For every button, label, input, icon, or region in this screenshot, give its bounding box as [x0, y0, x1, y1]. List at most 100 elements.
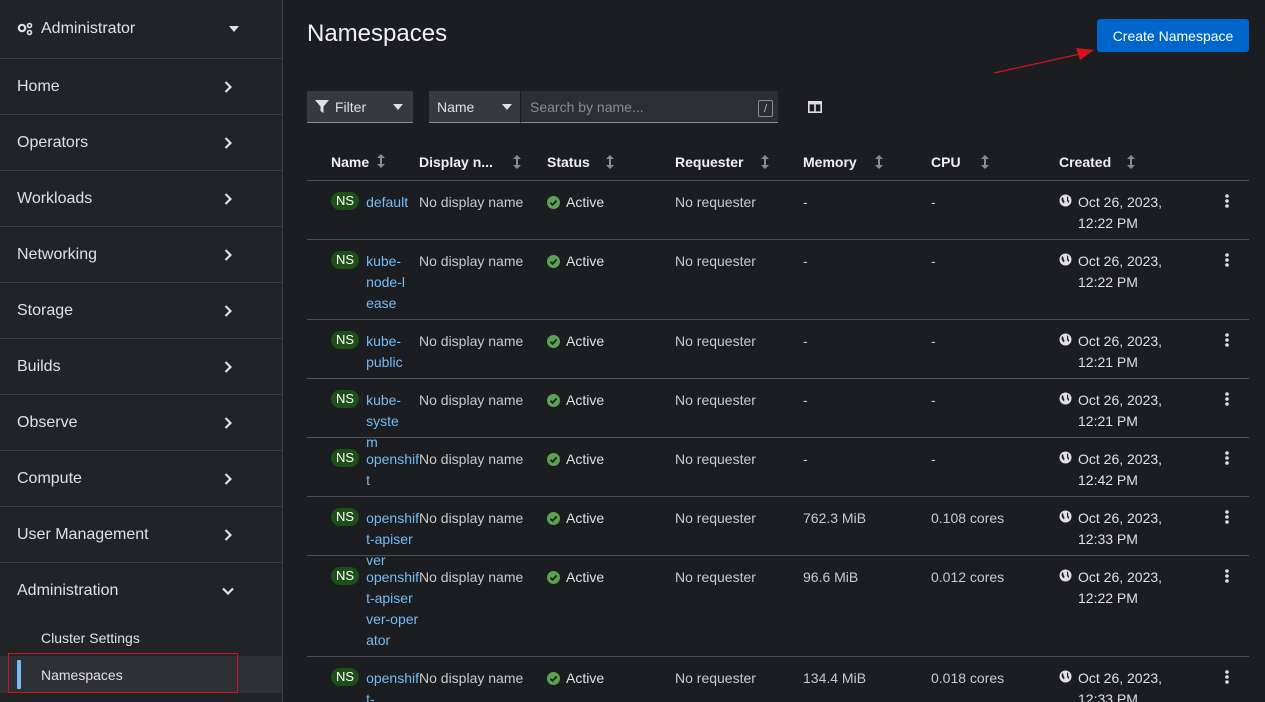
cpu-cell: 0.012 cores [931, 569, 1005, 585]
chevron-right-icon [221, 360, 235, 374]
nav-item-observe[interactable]: Observe [0, 395, 282, 451]
nav-item-home[interactable]: Home [0, 59, 282, 115]
memory-cell: 96.6 MiB [803, 569, 859, 585]
gears-icon [17, 22, 35, 36]
created-text: Oct 26, 2023, 12:21 PM [1078, 333, 1163, 370]
globe-icon [1059, 333, 1072, 346]
created-cell: Oct 26, 2023, 12:22 PM [1059, 251, 1199, 319]
main-content: Namespaces Create Namespace Filter Name … [283, 0, 1265, 702]
memory-cell: - [803, 333, 808, 349]
column-header-label: CPU [931, 153, 961, 170]
nav-item-builds[interactable]: Builds [0, 339, 282, 395]
ns-badge: NS [331, 331, 360, 349]
created-cell: Oct 26, 2023, 12:22 PM [1059, 567, 1199, 656]
kebab-menu-icon[interactable] [1225, 253, 1229, 319]
table-row: NS kube-public No display name Active No … [307, 320, 1249, 379]
nav-item-administration[interactable]: Administration [0, 563, 282, 619]
nav-item-workloads[interactable]: Workloads [0, 171, 282, 227]
column-header-cpu[interactable]: CPU [931, 154, 1059, 170]
sort-icon [874, 154, 883, 169]
nav-subitem-cluster-settings[interactable]: Cluster Settings [0, 619, 282, 656]
requester-cell: No requester [675, 333, 756, 349]
filter-dropdown[interactable]: Filter [307, 91, 413, 123]
created-cell: Oct 26, 2023, 12:22 PM [1059, 192, 1199, 239]
check-circle-icon [547, 571, 560, 584]
nav-item-storage[interactable]: Storage [0, 283, 282, 339]
requester-cell: No requester [675, 253, 756, 269]
status-text: Active [566, 670, 605, 686]
status-cell: Active [547, 251, 675, 319]
globe-icon [1059, 253, 1072, 266]
memory-cell: - [803, 253, 808, 269]
ns-badge: NS [331, 449, 360, 467]
column-header-display-name[interactable]: Display n... [419, 154, 547, 170]
nav-item-label: Home [17, 77, 60, 95]
kebab-menu-icon[interactable] [1225, 333, 1229, 378]
manage-columns-icon[interactable] [808, 91, 824, 123]
page-title: Namespaces [307, 20, 448, 47]
namespaces-table: Name Display n... Status Requester Memor… [307, 143, 1249, 702]
nav-item-label: Compute [17, 469, 82, 487]
chevron-right-icon [221, 248, 235, 262]
requester-cell: No requester [675, 569, 756, 585]
filter-label: Filter [335, 98, 367, 115]
namespace-link[interactable]: kube-public [366, 331, 408, 373]
namespace-link[interactable]: openshift [366, 449, 419, 491]
cpu-cell: - [931, 253, 936, 269]
memory-cell: - [803, 194, 808, 210]
column-header-created[interactable]: Created [1059, 154, 1199, 170]
display-name-cell: No display name [419, 569, 524, 585]
nav-item-label: Workloads [17, 189, 93, 207]
nav-item-label: Builds [17, 357, 61, 375]
search-attribute-select[interactable]: Name [429, 91, 521, 123]
kebab-menu-icon[interactable] [1225, 569, 1229, 656]
globe-icon [1059, 569, 1072, 582]
display-name-cell: No display name [419, 670, 524, 686]
nav-item-label: Operators [17, 133, 89, 151]
status-cell: Active [547, 331, 675, 378]
check-circle-icon [547, 255, 560, 268]
perspective-label: Administrator [41, 20, 136, 37]
kebab-menu-icon[interactable] [1225, 194, 1229, 239]
column-header-memory[interactable]: Memory [803, 154, 931, 170]
search-attribute-label: Name [437, 98, 475, 115]
display-name-cell: No display name [419, 194, 524, 210]
check-circle-icon [547, 335, 560, 348]
nav-item-operators[interactable]: Operators [0, 115, 282, 171]
column-header-name[interactable]: Name [307, 153, 419, 170]
nav-item-user-management[interactable]: User Management [0, 507, 282, 563]
create-namespace-button[interactable]: Create Namespace [1097, 19, 1249, 52]
table-row: NS openshift-apiserver-operator No displa… [307, 556, 1249, 657]
namespace-link[interactable]: default [366, 192, 408, 213]
search-input[interactable] [521, 91, 778, 122]
display-name-cell: No display name [419, 451, 524, 467]
toolbar: Filter Name / [307, 91, 824, 123]
namespace-link[interactable]: openshift- [366, 668, 419, 702]
column-header-requester[interactable]: Requester [675, 154, 803, 170]
globe-icon [1059, 670, 1072, 683]
kebab-menu-icon[interactable] [1225, 392, 1229, 437]
column-header-status[interactable]: Status [547, 154, 675, 170]
created-cell: Oct 26, 2023, 12:21 PM [1059, 390, 1199, 437]
kebab-menu-icon[interactable] [1225, 510, 1229, 555]
status-cell: Active [547, 508, 675, 555]
namespace-link[interactable]: kube-system [366, 390, 408, 453]
namespace-link[interactable]: kube-node-lease [366, 251, 408, 314]
caret-down-icon [502, 103, 512, 110]
namespace-link[interactable]: openshift-apiserver [366, 508, 419, 571]
sort-icon [377, 153, 386, 168]
nav-item-networking[interactable]: Networking [0, 227, 282, 283]
namespace-link[interactable]: openshift-apiserver-operator [366, 567, 419, 651]
sort-icon [605, 154, 614, 169]
kebab-menu-icon[interactable] [1225, 670, 1229, 702]
status-text: Active [566, 569, 605, 585]
nav-item-compute[interactable]: Compute [0, 451, 282, 507]
status-text: Active [566, 510, 605, 526]
table-row: NS kube-node-lease No display name Active… [307, 240, 1249, 320]
perspective-switcher[interactable]: Administrator [0, 0, 282, 59]
nav-subitem-namespaces[interactable]: Namespaces [0, 656, 282, 693]
check-circle-icon [547, 196, 560, 209]
globe-icon [1059, 510, 1072, 523]
created-cell: Oct 26, 2023, 12:21 PM [1059, 331, 1199, 378]
kebab-menu-icon[interactable] [1225, 451, 1229, 496]
